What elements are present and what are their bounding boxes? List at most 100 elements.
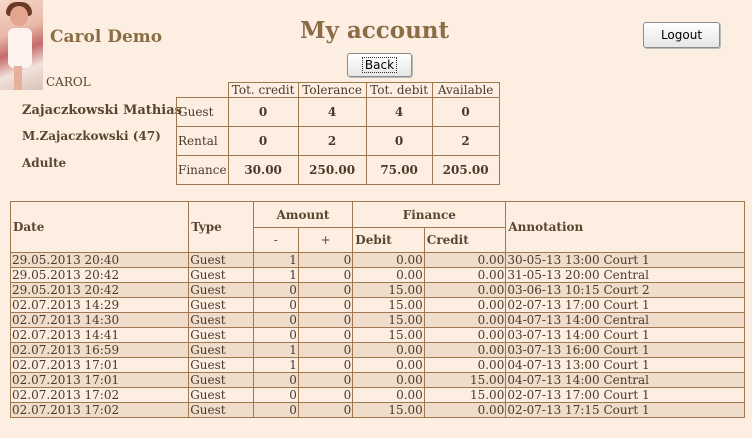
row-date: 02.07.2013 16:59 bbox=[9, 342, 190, 358]
row-type: Guest bbox=[188, 342, 254, 358]
summary-cell: 250.00 bbox=[297, 155, 367, 185]
row-debit: 0.00 bbox=[352, 342, 425, 358]
row-amount-minus: 0 bbox=[252, 282, 299, 298]
col-annotation: Annotation bbox=[505, 201, 745, 253]
row-amount-plus: 0 bbox=[297, 342, 354, 358]
summary-col-tolerance: Tolerance bbox=[297, 82, 367, 98]
row-date: 02.07.2013 17:01 bbox=[9, 372, 190, 388]
row-date: 02.07.2013 17:01 bbox=[9, 357, 190, 373]
row-annotation: 31-05-13 20:00 Central bbox=[505, 267, 745, 283]
row-credit: 0.00 bbox=[423, 252, 507, 268]
row-debit: 0.00 bbox=[352, 267, 425, 283]
summary-cell: 4 bbox=[365, 97, 433, 127]
summary-col-tot-credit: Tot. credit bbox=[227, 82, 299, 98]
row-annotation: 30-05-13 13:00 Court 1 bbox=[505, 252, 745, 268]
row-amount-plus: 0 bbox=[297, 252, 354, 268]
table-row: 02.07.2013 14:29 Guest 0 0 15.00 0.00 02-07-13… bbox=[9, 297, 745, 313]
row-debit: 0.00 bbox=[352, 252, 425, 268]
row-amount-plus: 0 bbox=[297, 402, 354, 418]
table-row: 02.07.2013 14:30 Guest 0 0 15.00 0.00 04-07-13… bbox=[9, 312, 745, 328]
summary-cell: 0 bbox=[365, 126, 433, 156]
row-type: Guest bbox=[188, 312, 254, 328]
row-annotation: 03-06-13 10:15 Court 2 bbox=[505, 282, 745, 298]
summary-cell: 2 bbox=[297, 126, 367, 156]
row-type: Guest bbox=[188, 252, 254, 268]
col-amount-plus: + bbox=[297, 227, 354, 253]
row-annotation: 02-07-13 17:15 Court 1 bbox=[505, 402, 745, 418]
row-type: Guest bbox=[188, 282, 254, 298]
table-row: 02.07.2013 17:02 Guest 0 0 15.00 0.00 02-07-13… bbox=[9, 402, 745, 418]
summary-cell: 30.00 bbox=[227, 155, 299, 185]
username-label: CAROL bbox=[46, 75, 91, 89]
row-debit: 15.00 bbox=[352, 282, 425, 298]
row-type: Guest bbox=[188, 327, 254, 343]
row-credit: 0.00 bbox=[423, 297, 507, 313]
col-type: Type bbox=[188, 201, 254, 253]
table-row: 02.07.2013 17:01 Guest 1 0 0.00 0.00 04-07-13 … bbox=[9, 357, 745, 373]
row-debit: 15.00 bbox=[352, 327, 425, 343]
row-annotation: 02-07-13 17:00 Court 1 bbox=[505, 387, 745, 403]
summary-row: Finance 30.00 250.00 75.00 205.00 bbox=[176, 155, 500, 185]
row-amount-minus: 1 bbox=[252, 357, 299, 373]
table-row: 29.05.2013 20:42 Guest 1 0 0.00 0.00 31-05-13 … bbox=[9, 267, 745, 283]
row-credit: 15.00 bbox=[423, 372, 507, 388]
row-annotation: 03-07-13 14:00 Court 1 bbox=[505, 327, 745, 343]
summary-corner bbox=[177, 83, 229, 98]
row-amount-minus: 0 bbox=[252, 402, 299, 418]
table-row: 02.07.2013 17:01 Guest 0 0 0.00 15.00 04-07-13… bbox=[9, 372, 745, 388]
row-amount-plus: 0 bbox=[297, 297, 354, 313]
row-type: Guest bbox=[188, 402, 254, 418]
summary-col-tot-debit: Tot. debit bbox=[365, 82, 433, 98]
row-amount-plus: 0 bbox=[297, 312, 354, 328]
row-date: 02.07.2013 14:30 bbox=[9, 312, 190, 328]
logout-button[interactable]: Logout bbox=[643, 22, 720, 48]
row-debit: 0.00 bbox=[352, 357, 425, 373]
table-row: 29.05.2013 20:40 Guest 1 0 0.00 0.00 30-05-13 … bbox=[9, 252, 745, 268]
col-amount-minus: - bbox=[252, 227, 299, 253]
row-date: 02.07.2013 14:29 bbox=[9, 297, 190, 313]
row-credit: 0.00 bbox=[423, 357, 507, 373]
summary-row-label: Rental bbox=[176, 126, 229, 156]
row-date: 02.07.2013 17:02 bbox=[9, 402, 190, 418]
row-type: Guest bbox=[188, 267, 254, 283]
summary-cell: 0 bbox=[431, 97, 500, 127]
row-debit: 0.00 bbox=[352, 387, 425, 403]
summary-cell: 0 bbox=[227, 97, 299, 127]
summary-cell: 0 bbox=[227, 126, 299, 156]
row-annotation: 04-07-13 14:00 Central bbox=[505, 312, 745, 328]
row-date: 02.07.2013 14:41 bbox=[9, 327, 190, 343]
row-debit: 15.00 bbox=[352, 297, 425, 313]
summary-cell: 4 bbox=[297, 97, 367, 127]
summary-cell: 75.00 bbox=[365, 155, 433, 185]
summary-header-row: Tot. credit Tolerance Tot. debit Availab… bbox=[177, 82, 500, 98]
summary-cell: 2 bbox=[431, 126, 500, 156]
row-credit: 0.00 bbox=[423, 312, 507, 328]
back-button[interactable]: Back bbox=[347, 53, 412, 77]
summary-col-available: Available bbox=[431, 82, 500, 98]
col-finance: Finance bbox=[352, 201, 507, 228]
back-button-label: Back bbox=[361, 57, 398, 73]
row-debit: 0.00 bbox=[352, 372, 425, 388]
row-debit: 15.00 bbox=[352, 312, 425, 328]
row-amount-minus: 1 bbox=[252, 267, 299, 283]
row-credit: 0.00 bbox=[423, 267, 507, 283]
col-date: Date bbox=[9, 201, 190, 253]
account-history-table: Date Type Amount Finance Annotation - + … bbox=[9, 201, 745, 418]
row-amount-minus: 0 bbox=[252, 327, 299, 343]
row-type: Guest bbox=[188, 372, 254, 388]
row-type: Guest bbox=[188, 387, 254, 403]
row-date: 29.05.2013 20:42 bbox=[9, 282, 190, 298]
row-date: 29.05.2013 20:40 bbox=[9, 252, 190, 268]
table-row: 02.07.2013 14:41 Guest 0 0 15.00 0.00 03-07-13… bbox=[9, 327, 745, 343]
row-amount-plus: 0 bbox=[297, 387, 354, 403]
row-annotation: 04-07-13 13:00 Court 1 bbox=[505, 357, 745, 373]
summary-row-label: Finance bbox=[176, 155, 229, 185]
summary-row-label: Guest bbox=[176, 97, 229, 127]
row-credit: 0.00 bbox=[423, 402, 507, 418]
row-credit: 0.00 bbox=[423, 327, 507, 343]
user-display-name: Carol Demo bbox=[50, 27, 163, 47]
row-annotation: 03-07-13 16:00 Court 1 bbox=[505, 342, 745, 358]
row-amount-minus: 0 bbox=[252, 387, 299, 403]
member-subaccount: M.Zajaczkowski (47) bbox=[22, 129, 161, 143]
row-amount-minus: 1 bbox=[252, 252, 299, 268]
